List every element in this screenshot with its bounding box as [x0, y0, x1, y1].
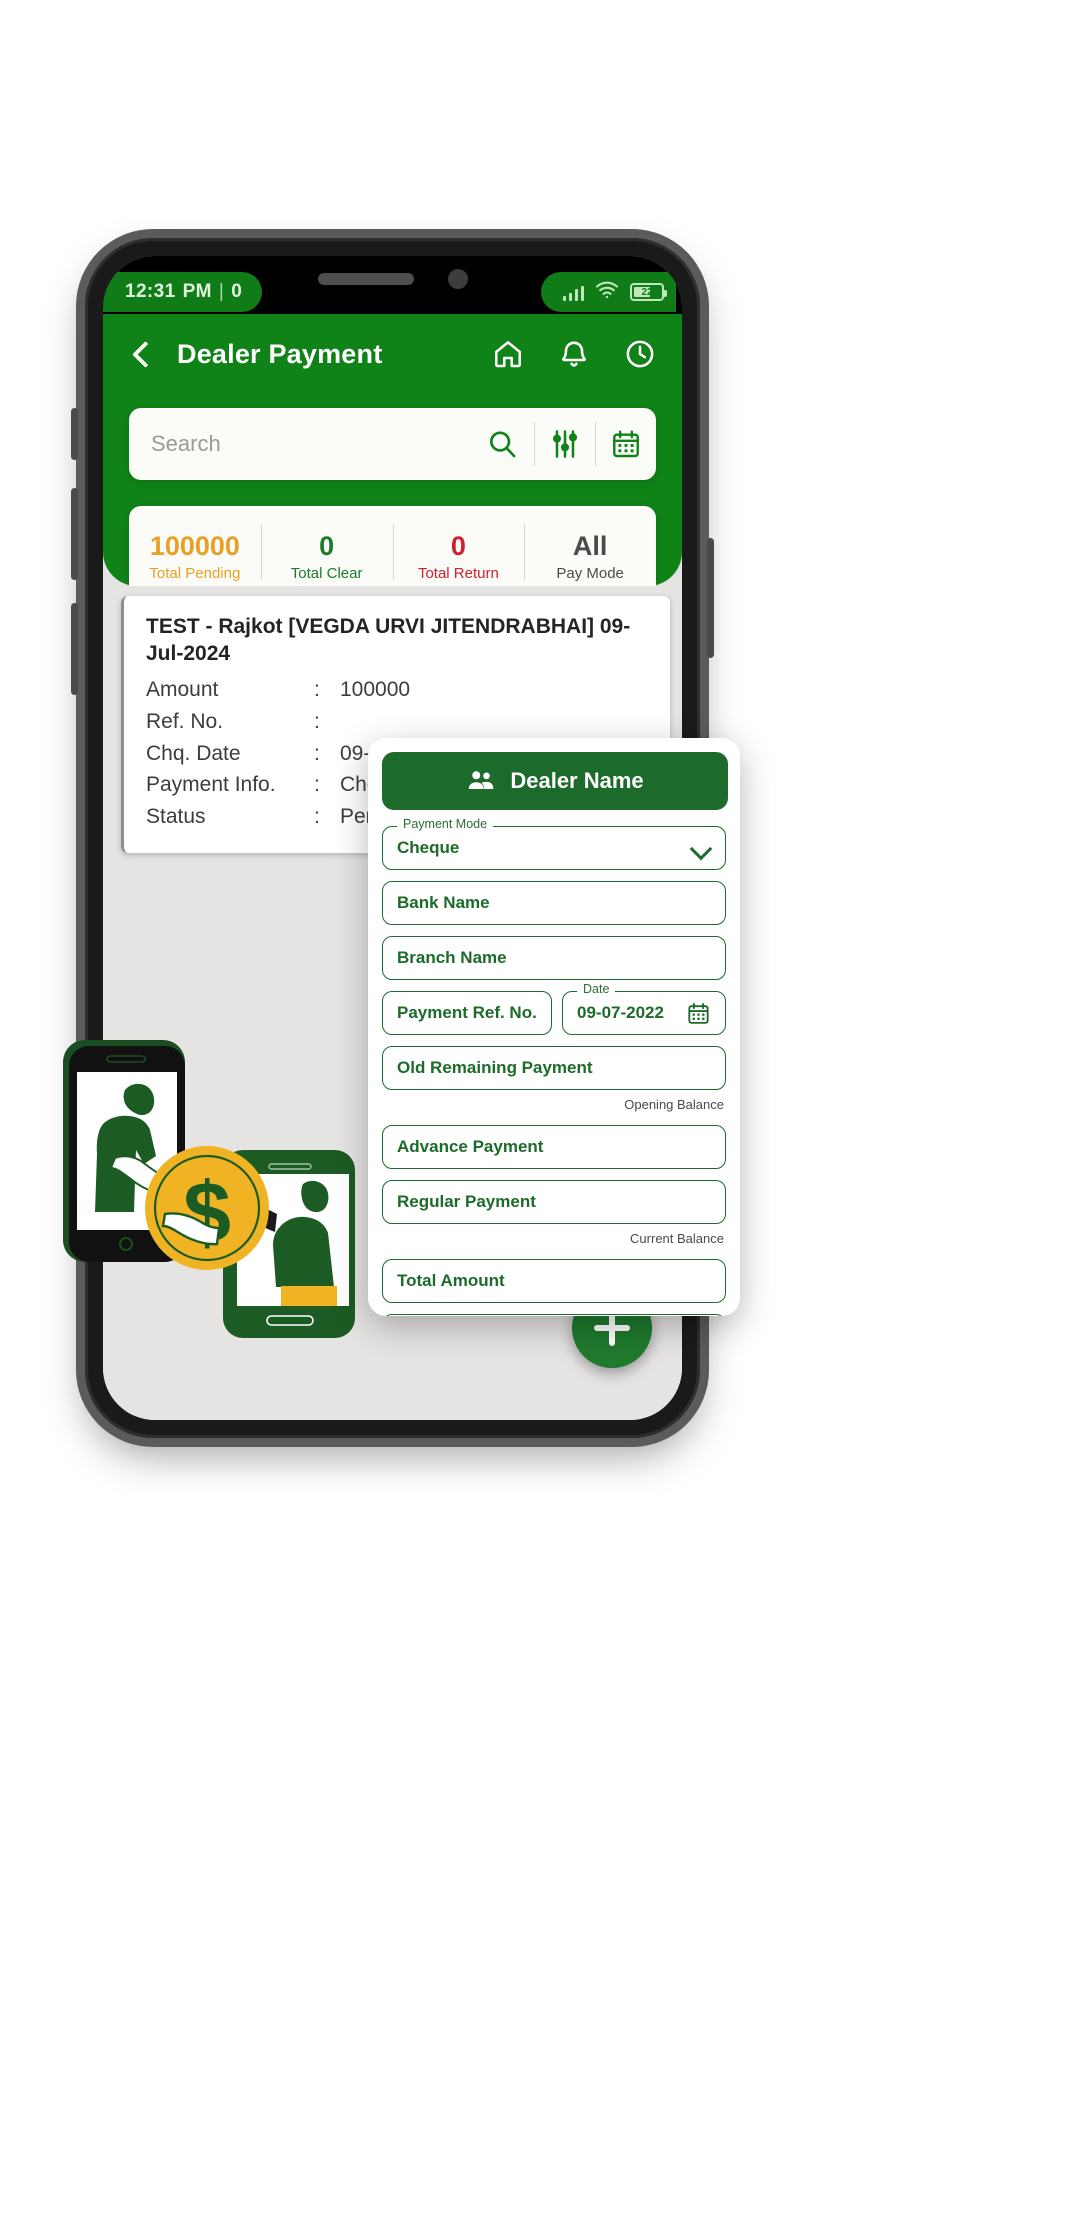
svg-text:$: $ — [183, 1165, 231, 1261]
advance-payment-placeholder: Advance Payment — [397, 1137, 544, 1156]
divider — [534, 422, 535, 466]
stats-summary-bar: 100000 Total Pending 0 Total Clear 0 Tot… — [129, 506, 656, 604]
record-title: TEST - Rajkot [VEGDA URVI JITENDRABHAI] … — [146, 615, 631, 665]
record-key: Ref. No. — [146, 709, 224, 733]
total-amount-placeholder: Total Amount — [397, 1271, 505, 1290]
status-extra: 0 — [231, 281, 243, 302]
stat-underline — [392, 597, 525, 604]
phone-volume-down-button[interactable] — [71, 603, 78, 695]
screenshot-stage: 12:31 PM | 0 22 Dealer Payment Search 10… — [0, 0, 1080, 2220]
branch-name-input[interactable]: Branch Name — [382, 936, 726, 980]
divider — [595, 422, 596, 466]
payment-mode-select[interactable]: Payment Mode Cheque — [382, 817, 726, 870]
stat-pay-mode[interactable]: All Pay Mode — [524, 506, 656, 604]
stat-value: 100000 — [149, 531, 240, 562]
ref-and-date-row: Payment Ref. No. Date 09-07-2022 — [382, 982, 726, 1046]
search-icon[interactable] — [486, 408, 518, 480]
record-key: Status — [146, 805, 206, 829]
people-group-icon — [466, 766, 496, 796]
bank-name-input[interactable]: Bank Name — [382, 881, 726, 925]
stat-value: All — [572, 531, 608, 562]
payment-mode-label: Payment Mode — [397, 817, 494, 831]
record-colon: : — [314, 805, 320, 829]
search-bar — [129, 408, 656, 480]
payment-ref-no-input[interactable]: Payment Ref. No. — [382, 991, 552, 1035]
search-input[interactable] — [151, 431, 486, 457]
app-header — [103, 256, 682, 586]
regular-payment-placeholder: Regular Payment — [397, 1192, 536, 1211]
app-bar-actions — [492, 338, 656, 370]
phone-power-button[interactable] — [707, 538, 714, 658]
stat-label: Total Return — [417, 564, 499, 582]
bank-name-placeholder: Bank Name — [397, 893, 490, 912]
advance-payment-input[interactable]: Advance Payment — [382, 1125, 726, 1169]
total-amount-input[interactable]: Total Amount — [382, 1259, 726, 1303]
payment-detail-form-panel: Dealer Name Payment Mode Cheque Bank Nam… — [368, 738, 740, 1316]
record-colon: : — [314, 741, 320, 765]
stat-label: Pay Mode — [556, 564, 624, 582]
bell-icon[interactable] — [558, 338, 590, 370]
back-chevron-icon[interactable] — [129, 342, 153, 366]
calendar-icon[interactable] — [596, 408, 656, 480]
status-bar-left: 12:31 PM | 0 — [103, 272, 263, 312]
form-panel-title: Dealer Name — [510, 768, 644, 793]
stat-underline — [524, 597, 656, 604]
status-bar-right: 22 — [540, 272, 676, 312]
record-row: Amount : 100000 — [146, 674, 650, 706]
phone-notch — [267, 256, 518, 302]
status-time: 12:31 — [125, 281, 176, 302]
stat-total-clear[interactable]: 0 Total Clear — [260, 506, 393, 604]
opening-balance-note: Opening Balance — [624, 1097, 724, 1112]
record-key: Amount — [146, 677, 219, 701]
stat-value: 0 — [450, 531, 466, 562]
battery-icon: 22 — [630, 283, 667, 301]
stat-total-pending[interactable]: 100000 Total Pending — [129, 506, 261, 604]
page-title: Dealer Payment — [177, 338, 383, 369]
record-colon: : — [314, 773, 320, 797]
current-balance-note: Current Balance — [630, 1231, 724, 1246]
regular-payment-input[interactable]: Regular Payment — [382, 1180, 726, 1224]
date-value: 09-07-2022 — [577, 1003, 664, 1022]
form-panel-body: Payment Mode Cheque Bank Name Branch Nam… — [368, 810, 740, 1316]
branch-name-placeholder: Branch Name — [397, 948, 507, 967]
record-key: Chq. Date — [146, 741, 241, 765]
payment-mode-value: Cheque — [397, 838, 460, 857]
stat-underline — [129, 597, 261, 604]
search-input-wrap[interactable] — [129, 408, 534, 480]
home-icon[interactable] — [492, 338, 524, 370]
form-panel-header: Dealer Name — [382, 752, 728, 810]
stat-total-return[interactable]: 0 Total Return — [392, 506, 525, 604]
clock-icon[interactable] — [624, 338, 656, 370]
stat-label: Total Clear — [290, 564, 363, 582]
record-colon: : — [314, 709, 320, 733]
status-meridiem: PM — [182, 281, 212, 302]
remark-input[interactable]: Remark — [382, 1314, 726, 1316]
old-remaining-payment-input[interactable]: Old Remaining Payment — [382, 1046, 726, 1090]
calendar-icon[interactable] — [686, 1001, 711, 1026]
signal-bars-icon — [562, 284, 584, 301]
stat-label: Total Pending — [149, 564, 241, 582]
front-camera — [447, 269, 468, 289]
old-remaining-payment-placeholder: Old Remaining Payment — [397, 1058, 593, 1077]
payment-ref-no-placeholder: Payment Ref. No. — [397, 1003, 537, 1022]
wifi-icon — [595, 281, 619, 304]
stat-value: 0 — [319, 531, 335, 562]
record-colon: : — [314, 677, 320, 701]
battery-level: 22 — [641, 286, 653, 298]
date-input[interactable]: Date 09-07-2022 — [562, 982, 726, 1035]
app-bar: Dealer Payment — [103, 314, 682, 394]
chevron-down-icon[interactable] — [691, 838, 711, 858]
filter-sliders-icon[interactable] — [535, 408, 595, 480]
earpiece-speaker — [317, 273, 414, 285]
phone-volume-up-button[interactable] — [71, 488, 78, 580]
record-key: Payment Info. — [146, 773, 276, 797]
date-label: Date — [577, 982, 616, 996]
record-row: Ref. No. : — [146, 706, 650, 738]
two-phones-money-transfer-illustration: $ — [55, 1028, 365, 1348]
phone-mute-button[interactable] — [71, 408, 78, 460]
status-separator: | — [218, 281, 225, 302]
record-value: 100000 — [340, 677, 411, 701]
stat-underline — [260, 597, 393, 604]
record-value — [340, 706, 650, 738]
